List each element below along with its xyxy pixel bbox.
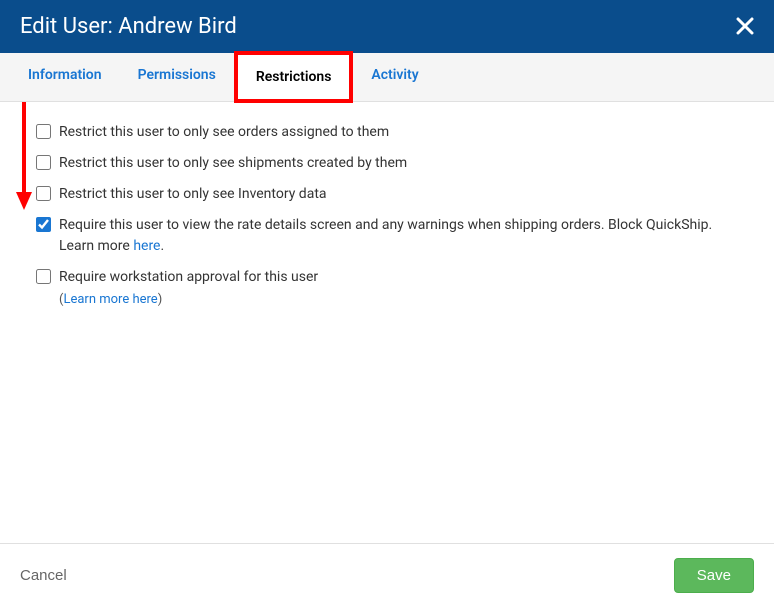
dialog-footer: Cancel Save: [0, 543, 774, 607]
restriction-row: Require this user to view the rate detai…: [36, 215, 738, 257]
restriction-label: Require this user to view the rate detai…: [59, 215, 738, 257]
restriction-checkbox-orders[interactable]: [36, 124, 51, 139]
restriction-label: Restrict this user to only see Inventory…: [59, 184, 327, 205]
restriction-checkbox-shipments[interactable]: [36, 155, 51, 170]
learn-more-link[interactable]: here: [133, 238, 160, 254]
dialog-title: Edit User: Andrew Bird: [20, 14, 237, 39]
restriction-sublabel: (Learn more here): [59, 292, 738, 307]
restriction-label: Restrict this user to only see shipments…: [59, 153, 407, 174]
restriction-checkbox-inventory[interactable]: [36, 186, 51, 201]
tab-activity[interactable]: Activity: [353, 53, 436, 101]
tab-restrictions[interactable]: Restrictions: [234, 51, 354, 103]
restriction-row: Restrict this user to only see orders as…: [36, 122, 738, 143]
restriction-label: Restrict this user to only see orders as…: [59, 122, 389, 143]
restriction-row: Require workstation approval for this us…: [36, 267, 738, 288]
restriction-row: Restrict this user to only see shipments…: [36, 153, 738, 174]
restriction-label: Require workstation approval for this us…: [59, 267, 318, 288]
restriction-checkbox-workstation[interactable]: [36, 269, 51, 284]
learn-more-link[interactable]: Learn more here: [63, 292, 157, 307]
cancel-button[interactable]: Cancel: [20, 567, 67, 584]
restriction-checkbox-rate-details[interactable]: [36, 217, 51, 232]
tab-permissions[interactable]: Permissions: [120, 53, 234, 101]
dialog-header: Edit User: Andrew Bird: [0, 0, 774, 53]
close-icon[interactable]: [736, 15, 754, 39]
tab-bar: Information Permissions Restrictions Act…: [0, 53, 774, 102]
tab-information[interactable]: Information: [10, 53, 120, 101]
save-button[interactable]: Save: [674, 558, 754, 593]
restriction-row: Restrict this user to only see Inventory…: [36, 184, 738, 205]
content-panel: Restrict this user to only see orders as…: [0, 102, 774, 543]
